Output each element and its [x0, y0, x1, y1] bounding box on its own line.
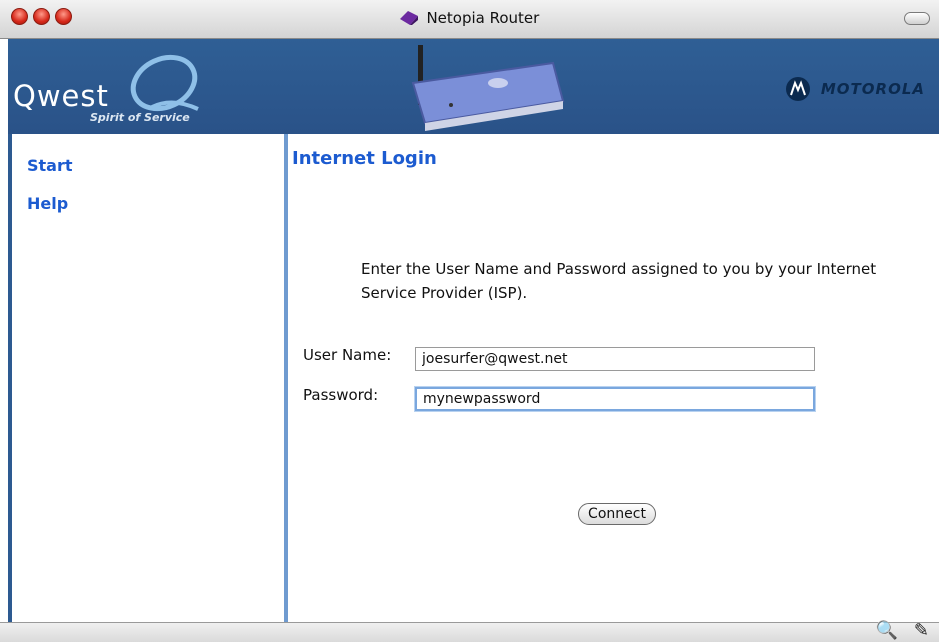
sidebar: Start Help [12, 134, 284, 622]
netopia-diamond-icon [399, 11, 418, 25]
username-field[interactable] [415, 347, 815, 371]
login-instructions: Enter the User Name and Password assigne… [361, 260, 877, 302]
qwest-swirl-icon [130, 54, 199, 112]
qwest-logo: Qwest [13, 79, 109, 113]
qwest-tagline: Spirit of Service [90, 111, 190, 124]
password-field[interactable] [415, 387, 815, 411]
motorola-wordmark: MOTOROLA [820, 80, 925, 98]
window-title: Netopia Router [426, 9, 540, 27]
zoom-plus-icon[interactable]: 🔍 [876, 620, 898, 641]
title-bar: Netopia Router [0, 0, 939, 39]
motorola-batwing-icon [785, 77, 810, 101]
username-label: User Name: [303, 346, 392, 364]
sidebar-item-help[interactable]: Help [27, 194, 68, 213]
sidebar-item-start[interactable]: Start [27, 156, 73, 175]
status-bar: 🔍 ✎ [0, 620, 939, 642]
status-icons: 🔍 ✎ [866, 620, 929, 641]
router-image [411, 45, 565, 131]
browser-window: Netopia Router Qwest Spirit of Service M… [0, 0, 939, 642]
motorola-logo: MOTOROLA [785, 77, 925, 101]
toolbar-toggle-button[interactable] [904, 12, 930, 25]
password-label: Password: [303, 386, 379, 404]
window-title-area: Netopia Router [0, 9, 939, 27]
connect-button[interactable]: Connect [578, 503, 656, 525]
main-content: Internet Login Enter the User Name and P… [288, 134, 939, 622]
page-title: Internet Login [292, 148, 437, 169]
edit-pencil-icon[interactable]: ✎ [914, 620, 929, 641]
header-banner: Qwest Spirit of Service MOTOROLA [8, 39, 939, 134]
